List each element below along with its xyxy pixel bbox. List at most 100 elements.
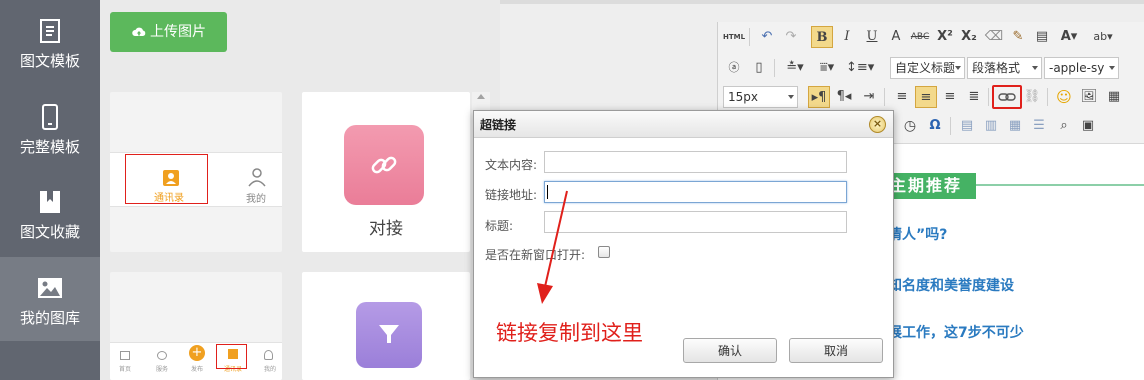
filter-icon [379, 325, 399, 343]
format-painter-icon[interactable]: ✎ [1007, 26, 1029, 48]
nav-item-article-templates[interactable]: 图文模板 [0, 0, 100, 84]
chevron-down-icon [955, 66, 961, 70]
row-spacing-bottom-icon[interactable]: ⩸▾ [813, 57, 841, 79]
gallery-card[interactable]: 首页 服务 + 发布 通讯录 我的 [110, 272, 282, 380]
upload-label: 上传图片 [150, 24, 206, 40]
dialog-title: 超链接 [480, 118, 517, 132]
ltr-direction-icon[interactable]: ▸¶ [808, 86, 830, 108]
emoticon-icon[interactable]: ☺ [1053, 86, 1075, 108]
superscript-icon[interactable]: X² [934, 26, 956, 48]
toolbar-separator [774, 59, 775, 77]
side-nav: 图文模板 完整模板 图文收藏 我的图库 [0, 0, 100, 380]
service-icon [157, 351, 167, 360]
font-family-select[interactable]: -apple-sy [1044, 57, 1119, 79]
insert-video-icon[interactable]: ▦ [1103, 86, 1125, 108]
font-color-icon[interactable]: A▾ [1058, 26, 1080, 48]
strikethrough-icon[interactable]: ABC [909, 26, 931, 48]
eraser-icon[interactable]: ⌫ [983, 26, 1005, 48]
insert-image-icon[interactable]: 🖼 [1078, 86, 1100, 108]
title-input[interactable] [544, 211, 847, 233]
toolbar-separator [884, 88, 885, 106]
redo-icon[interactable]: ↷ [780, 26, 802, 48]
insert-time-icon[interactable]: ◷ [899, 115, 921, 137]
table-row-icon[interactable]: ▥ [980, 115, 1002, 137]
paste-plain-icon[interactable]: ▤ [1031, 26, 1053, 48]
gallery-card[interactable]: 通讯录 我的 [110, 92, 282, 252]
template-icon[interactable]: ▣ [1077, 115, 1099, 137]
table-insert-icon[interactable]: ▤ [956, 115, 978, 137]
chevron-down-icon [1032, 66, 1038, 70]
rtl-direction-icon[interactable]: ¶◂ [833, 86, 855, 108]
article-link[interactable]: 知名度和美誉度建设 [888, 275, 1014, 295]
table-col-icon[interactable]: ▦ [1004, 115, 1026, 137]
nav-label: 图文模板 [19, 52, 80, 70]
unlink-icon[interactable]: ⛓ [1021, 86, 1043, 108]
scroll-up-arrow-icon[interactable] [477, 94, 485, 99]
subscript-icon[interactable]: X₂ [958, 26, 980, 48]
highlight-color-icon[interactable]: ab▾ [1088, 26, 1118, 48]
cancel-button[interactable]: 取消 [789, 338, 883, 363]
article-link[interactable]: 展工作，这7步不可少 [888, 322, 1024, 342]
table-merge-icon[interactable]: ☰ [1028, 115, 1050, 137]
chevron-down-icon [788, 95, 794, 99]
custom-title-select[interactable]: 自定义标题 [890, 57, 965, 79]
section-divider [968, 184, 1144, 186]
annotation-text: 链接复制到这里 [496, 321, 643, 345]
close-icon[interactable]: × [869, 116, 886, 133]
bookmark-icon [40, 191, 60, 213]
font-border-icon[interactable]: A [885, 26, 907, 48]
confirm-button[interactable]: 确认 [683, 338, 777, 363]
gallery-card[interactable] [302, 272, 470, 380]
nav-label: 图文收藏 [19, 223, 80, 241]
home-icon [120, 351, 130, 360]
publish-icon: + [189, 345, 205, 361]
undo-icon[interactable]: ↶ [756, 26, 778, 48]
link-icon [998, 93, 1016, 101]
tab-mine-label: 我的 [246, 194, 266, 205]
underline-icon[interactable]: U [861, 26, 883, 48]
dialog-titlebar[interactable]: 超链接 × [474, 111, 893, 138]
title-label: 标题: [485, 219, 514, 233]
bold-icon[interactable]: B [811, 26, 833, 48]
nav-item-full-templates[interactable]: 完整模板 [0, 86, 100, 170]
row-spacing-top-icon[interactable]: ≛▾ [781, 57, 809, 79]
gallery-panel: 上传图片 通讯录 我的 对接 首页 服务 + 发布 通讯录 我的 [100, 0, 500, 380]
nav-label: 我的图库 [19, 309, 80, 327]
align-justify-icon[interactable]: ≣ [963, 86, 985, 108]
upload-image-button[interactable]: 上传图片 [110, 12, 227, 52]
document-icon [40, 19, 60, 43]
align-left-icon[interactable]: ≡ [891, 86, 913, 108]
insert-link-button[interactable] [992, 85, 1022, 109]
line-height-icon[interactable]: ↕≡▾ [846, 57, 874, 79]
link-tile [344, 125, 424, 205]
section-badge: 主期推荐 [886, 173, 976, 199]
tab-label: 发布 [191, 366, 204, 373]
toolbar-separator [749, 28, 750, 46]
align-right-icon[interactable]: ≡ [939, 86, 961, 108]
text-content-input[interactable] [544, 151, 847, 173]
toolbar-separator [988, 88, 989, 106]
article-link[interactable]: 情人”吗? [888, 224, 947, 244]
insert-anchor-icon[interactable]: ⓐ [723, 57, 745, 79]
italic-icon[interactable]: I [836, 26, 858, 48]
align-center-icon[interactable]: ≡ [915, 86, 937, 108]
link-icon [371, 156, 397, 174]
nav-item-favorites[interactable]: 图文收藏 [0, 171, 100, 255]
font-size-value: 15px [728, 90, 758, 104]
link-url-input[interactable] [544, 181, 847, 203]
html-source-button[interactable]: HTML [723, 26, 745, 48]
tab-label: 服务 [156, 366, 169, 373]
special-chars-icon[interactable]: Ω [924, 115, 946, 137]
hyperlink-dialog: 超链接 × 文本内容: 链接地址: 标题: 是否在新窗口打开: 链接复制到这里 … [473, 110, 894, 378]
new-window-checkbox[interactable] [598, 246, 610, 258]
filter-tile [356, 302, 422, 368]
indent-icon[interactable]: ⇥ [858, 86, 880, 108]
gallery-card[interactable]: 对接 [302, 92, 470, 252]
font-size-select[interactable]: 15px [723, 86, 798, 108]
nav-item-my-gallery[interactable]: 我的图库 [0, 257, 100, 341]
search-replace-icon[interactable]: ⌕ [1053, 115, 1075, 137]
card-caption: 对接 [369, 219, 403, 239]
page-break-icon[interactable]: ▯ [748, 57, 770, 79]
paragraph-format-select[interactable]: 段落格式 [967, 57, 1042, 79]
user-icon [248, 168, 266, 187]
